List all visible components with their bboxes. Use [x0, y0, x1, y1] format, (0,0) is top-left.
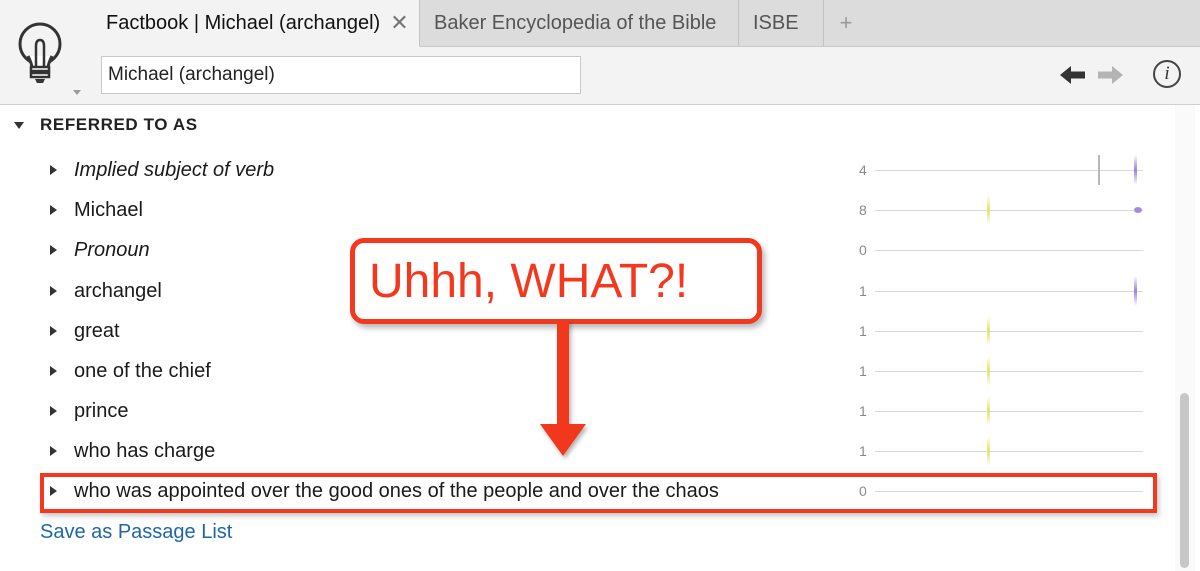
- tab-baker-label: Baker Encyclopedia of the Bible: [434, 11, 717, 34]
- annotation-callout-text: Uhhh, WHAT?!: [369, 254, 689, 308]
- expand-triangle-icon[interactable]: [50, 245, 57, 255]
- list-item-count: 0: [859, 242, 867, 258]
- expand-triangle-icon[interactable]: [50, 366, 57, 376]
- expand-triangle-icon[interactable]: [50, 205, 57, 215]
- arrow-left-icon[interactable]: [1058, 62, 1088, 88]
- tab-factbook-label: Factbook | Michael (archangel): [106, 11, 381, 34]
- distribution-graph[interactable]: [875, 316, 1143, 346]
- scrollbar-thumb[interactable]: [1180, 393, 1189, 568]
- distribution-graph[interactable]: [875, 356, 1143, 386]
- expand-triangle-icon[interactable]: [50, 446, 57, 456]
- tab-isbe[interactable]: ISBE: [739, 0, 824, 46]
- list-item-label[interactable]: great: [74, 320, 120, 343]
- list-item-count: 1: [859, 443, 867, 459]
- annotation-arrow-icon: [540, 320, 586, 456]
- distribution-graph[interactable]: [875, 276, 1143, 306]
- list-item-count: 1: [859, 363, 867, 379]
- expand-triangle-icon[interactable]: [50, 406, 57, 416]
- distribution-mark: [1134, 207, 1142, 213]
- app-menu-caret-icon[interactable]: [73, 90, 81, 95]
- plus-icon[interactable]: +: [824, 0, 868, 46]
- list-item-label[interactable]: prince: [74, 400, 128, 423]
- distribution-mark: [987, 356, 990, 386]
- distribution-graph[interactable]: [875, 155, 1143, 185]
- section-title: REFERRED TO AS: [40, 115, 198, 134]
- arrow-right-icon[interactable]: [1095, 62, 1125, 88]
- distribution-mark: [987, 396, 990, 426]
- distribution-mark: [987, 195, 990, 225]
- distribution-mark: [987, 316, 990, 346]
- tab-baker-encyclopedia[interactable]: Baker Encyclopedia of the Bible: [420, 0, 739, 46]
- annotation-highlight-box: [40, 473, 1157, 513]
- list-item-count: 1: [859, 283, 867, 299]
- list-item-label[interactable]: one of the chief: [74, 360, 211, 383]
- close-icon[interactable]: ✕: [390, 12, 408, 34]
- list-item[interactable]: Implied subject of verb 4: [0, 151, 1160, 191]
- list-item-count: 1: [859, 323, 867, 339]
- list-item[interactable]: Michael 8: [0, 191, 1160, 231]
- tab-isbe-label: ISBE: [753, 11, 799, 34]
- list-item-label[interactable]: Pronoun: [74, 239, 150, 262]
- tab-factbook[interactable]: Factbook | Michael (archangel) ✕: [92, 0, 420, 47]
- list-item-count: 8: [859, 202, 867, 218]
- distribution-graph[interactable]: [875, 436, 1143, 466]
- list-item-count: 1: [859, 403, 867, 419]
- list-item-label[interactable]: Michael: [74, 199, 143, 222]
- distribution-mark: [1098, 155, 1100, 185]
- list-item-count: 4: [859, 162, 867, 178]
- save-as-passage-list-link[interactable]: Save as Passage List: [40, 521, 232, 544]
- distribution-graph[interactable]: [875, 396, 1143, 426]
- distribution-graph[interactable]: [875, 250, 1143, 251]
- distribution-graph[interactable]: [875, 195, 1143, 225]
- list-item-label[interactable]: Implied subject of verb: [74, 159, 274, 182]
- list-item-label[interactable]: who has charge: [74, 440, 215, 463]
- annotation-callout: Uhhh, WHAT?!: [350, 238, 762, 324]
- search-input[interactable]: [101, 56, 581, 94]
- section-referred-to-as[interactable]: REFERRED TO AS: [14, 115, 198, 135]
- info-icon[interactable]: i: [1153, 60, 1181, 88]
- expand-triangle-icon[interactable]: [50, 286, 57, 296]
- collapse-triangle-icon[interactable]: [14, 121, 24, 129]
- distribution-mark: [1134, 276, 1137, 306]
- expand-triangle-icon[interactable]: [50, 165, 57, 175]
- panel-header: Factbook | Michael (archangel) ✕ Baker E…: [0, 0, 1200, 105]
- distribution-mark: [1134, 155, 1137, 185]
- lightbulb-icon[interactable]: [14, 18, 72, 86]
- expand-triangle-icon[interactable]: [50, 326, 57, 336]
- distribution-mark: [987, 436, 990, 466]
- list-item-label[interactable]: archangel: [74, 280, 162, 303]
- tab-bar: Factbook | Michael (archangel) ✕ Baker E…: [92, 0, 1200, 47]
